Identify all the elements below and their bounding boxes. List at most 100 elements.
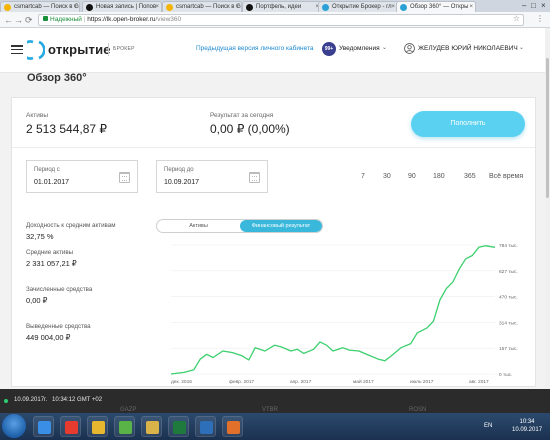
financial-result-line [170, 245, 496, 375]
excel-icon [173, 421, 186, 434]
taskbar-app[interactable] [195, 416, 216, 437]
period-7[interactable]: 7 [361, 173, 365, 180]
hamburger-menu-icon[interactable] [11, 45, 23, 55]
tab-label: Обзор 360° — Откры [410, 4, 469, 10]
date-from-label: Период с [34, 167, 60, 173]
ticker-time: 10:34:12 GMT +02 [52, 397, 103, 403]
calendar-icon[interactable] [119, 172, 130, 183]
period-365[interactable]: 365 [464, 173, 476, 180]
yandex-icon [65, 421, 78, 434]
browser-menu-icon[interactable]: ⋮ [536, 14, 544, 23]
browser-tab[interactable]: Новая запись | Попов × [82, 1, 162, 12]
tab-favicon-icon [4, 4, 11, 11]
toggle-assets[interactable]: Активы [157, 220, 240, 232]
windows-start-icon[interactable] [2, 414, 26, 438]
chevron-down-icon[interactable]: ⌄ [382, 44, 387, 51]
files-icon [146, 421, 159, 434]
browser-tab[interactable]: Портфель, идеи× [242, 1, 322, 12]
notifications-badge[interactable]: 99+ [322, 42, 336, 56]
bookmark-star-icon[interactable]: ☆ [513, 14, 520, 23]
chart-mode-toggle: Активы Финансовый результат [156, 219, 323, 233]
status-indicator [4, 399, 8, 403]
calendar-icon[interactable] [249, 172, 260, 183]
x-tick-label: дек. 2016 [171, 379, 192, 385]
reload-icon[interactable]: ⟳ [25, 15, 33, 25]
url-path: /view360 [155, 16, 182, 23]
tab-close-icon[interactable]: × [469, 2, 473, 12]
period-all[interactable]: Всё время [489, 173, 523, 180]
taskbar-app[interactable] [114, 416, 135, 437]
minimize-icon[interactable]: – [522, 1, 526, 11]
toggle-financial-result[interactable]: Финансовый результат [240, 220, 322, 232]
y-tick-label: 0 тыс. [499, 372, 512, 378]
forward-arrow-icon[interactable]: → [14, 15, 23, 25]
tab-favicon-icon [86, 4, 93, 11]
x-tick-label: июль 2017 [410, 379, 434, 385]
tab-close-icon[interactable]: × [235, 2, 239, 12]
tab-close-icon[interactable]: × [155, 2, 159, 12]
overview-card: Активы 2 513 544,87 ₽ Результат за сегод… [11, 97, 536, 387]
today-result-label: Результат за сегодня [210, 112, 274, 119]
close-window-icon[interactable]: × [541, 1, 546, 11]
system-clock[interactable]: 10:34 10.09.2017 [512, 418, 542, 434]
y-tick-label: 627 тыс. [499, 269, 518, 275]
scrollbar-thumb[interactable] [546, 58, 549, 198]
taskbar-app[interactable] [222, 416, 243, 437]
tab-label: csmartcab — Поиск в G [14, 4, 79, 10]
logo-text[interactable]: открытие [48, 42, 111, 57]
taskbar-app[interactable] [60, 416, 81, 437]
back-arrow-icon[interactable]: ← [4, 15, 13, 25]
date-from-field[interactable]: Период с 01.01.2017 [26, 160, 138, 193]
stat-value: 0,00 ₽ [26, 296, 48, 305]
tab-close-icon[interactable]: × [73, 2, 77, 12]
media-icon [227, 421, 240, 434]
stat-value: 2 331 057,21 ₽ [26, 259, 77, 268]
divider [12, 147, 535, 148]
language-indicator[interactable]: EN [484, 423, 492, 429]
previous-cabinet-link[interactable]: Предыдущая версия личного кабинета [196, 45, 314, 52]
x-tick-label: авг. 2017 [469, 379, 489, 385]
y-tick-label: 470 тыс. [499, 295, 518, 301]
logo-subtitle: БРОКЕР [113, 46, 135, 52]
topup-button[interactable]: Пополнить [411, 111, 525, 137]
ticker-date: 10.09.2017г. [14, 397, 48, 403]
browser-tab[interactable]: Обзор 360° — Откры × [396, 1, 476, 12]
taskbar-app[interactable] [87, 416, 108, 437]
clock-time: 10:34 [519, 419, 535, 425]
today-result-value: 0,00 ₽ (0,00%) [210, 122, 290, 136]
period-90[interactable]: 90 [408, 173, 416, 180]
notifications-menu[interactable]: Уведомления [339, 45, 380, 52]
date-to-label: Период до [164, 167, 194, 173]
chevron-down-icon[interactable]: ⌄ [519, 44, 524, 51]
user-name-menu[interactable]: ЖЕЛУДЕВ ЮРИЙ НИКОЛАЕВИЧ [418, 45, 518, 52]
chrome-icon [92, 421, 105, 434]
date-to-value: 10.09.2017 [164, 179, 200, 186]
site-header: открытие БРОКЕР Предыдущая версия личног… [0, 28, 545, 73]
address-bar: ← → ⟳ Надежный | https://lk.open-broker.… [0, 12, 550, 28]
taskbar-app[interactable] [168, 416, 189, 437]
browser-tab[interactable]: Открытие Брокер - гл × [318, 1, 398, 12]
maximize-icon[interactable]: □ [531, 1, 536, 11]
ie-icon [38, 421, 51, 434]
browser-tab[interactable]: csmartcab — Поиск в G × [162, 1, 242, 12]
date-to-field[interactable]: Период до 10.09.2017 [156, 160, 268, 193]
stat-value: 32,75 % [26, 232, 54, 241]
tab-close-icon[interactable]: × [391, 2, 395, 12]
x-tick-label: апр. 2017 [290, 379, 312, 385]
url-input[interactable]: Надежный | https://lk.open-broker.ru/vie… [38, 14, 524, 26]
folder-icon [200, 421, 213, 434]
clock-date: 10.09.2017 [512, 427, 543, 433]
logo-divider [108, 43, 109, 56]
taskbar-app[interactable] [141, 416, 162, 437]
taskbar-app[interactable] [33, 416, 54, 437]
y-tick-label: 784 тыс. [499, 243, 518, 249]
url-host: https://lk.open-broker.ru [87, 16, 156, 23]
page-scrollbar[interactable] [545, 28, 550, 389]
tab-label: Портфель, идеи [256, 4, 302, 10]
period-30[interactable]: 30 [383, 173, 391, 180]
browser-tab[interactable]: csmartcab — Поиск в G × [0, 1, 80, 12]
financial-result-chart: 0 тыс. 157 тыс. 314 тыс. 470 тыс. 627 тыс. 78… [170, 243, 518, 385]
period-180[interactable]: 180 [433, 173, 445, 180]
y-tick-label: 157 тыс. [499, 346, 518, 352]
user-avatar-icon[interactable] [404, 43, 415, 54]
